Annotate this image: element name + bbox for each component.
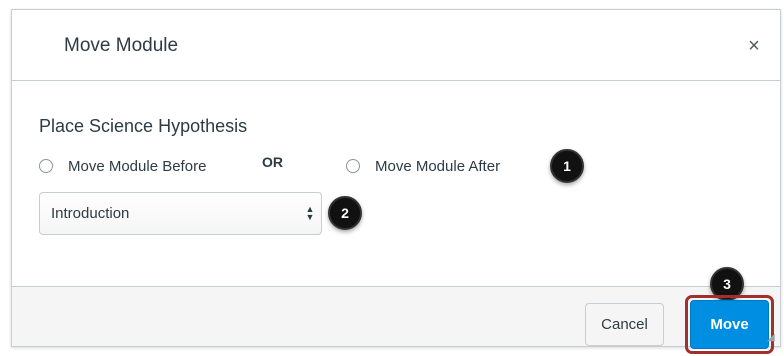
radio-after-label: Move Module After [375, 157, 501, 175]
section-title: Place Science Hypothesis [39, 116, 248, 136]
step-badge-2: 2 [328, 196, 362, 230]
cancel-button[interactable]: Cancel [585, 303, 664, 346]
dialog-title: Move Module [64, 35, 179, 56]
move-module-dialog: Move Module × Place Science Hypothesis M… [11, 9, 781, 354]
dialog-header: Move Module × [12, 10, 780, 81]
radio-button-after[interactable] [346, 159, 360, 173]
dialog-footer: 3 Cancel Move ◢ [12, 267, 780, 354]
step-badge-1: 1 [550, 149, 584, 183]
select-arrows-icon: ▲ ▼ [305, 204, 315, 222]
radio-move-before[interactable]: Move Module Before [39, 151, 206, 181]
or-label: OR [262, 154, 283, 170]
radio-button-before[interactable] [39, 159, 53, 173]
resize-handle-icon[interactable]: ◢ [767, 333, 777, 343]
close-icon[interactable]: × [744, 36, 764, 56]
radio-before-label: Move Module Before [68, 157, 207, 175]
module-select-value: Introduction [51, 205, 130, 222]
module-select[interactable]: Introduction ▲ ▼ [39, 192, 322, 235]
radio-move-after[interactable]: Move Module After [346, 151, 500, 181]
move-button[interactable]: Move [690, 300, 769, 349]
dialog-body: Place Science Hypothesis Move Module Bef… [12, 81, 780, 287]
